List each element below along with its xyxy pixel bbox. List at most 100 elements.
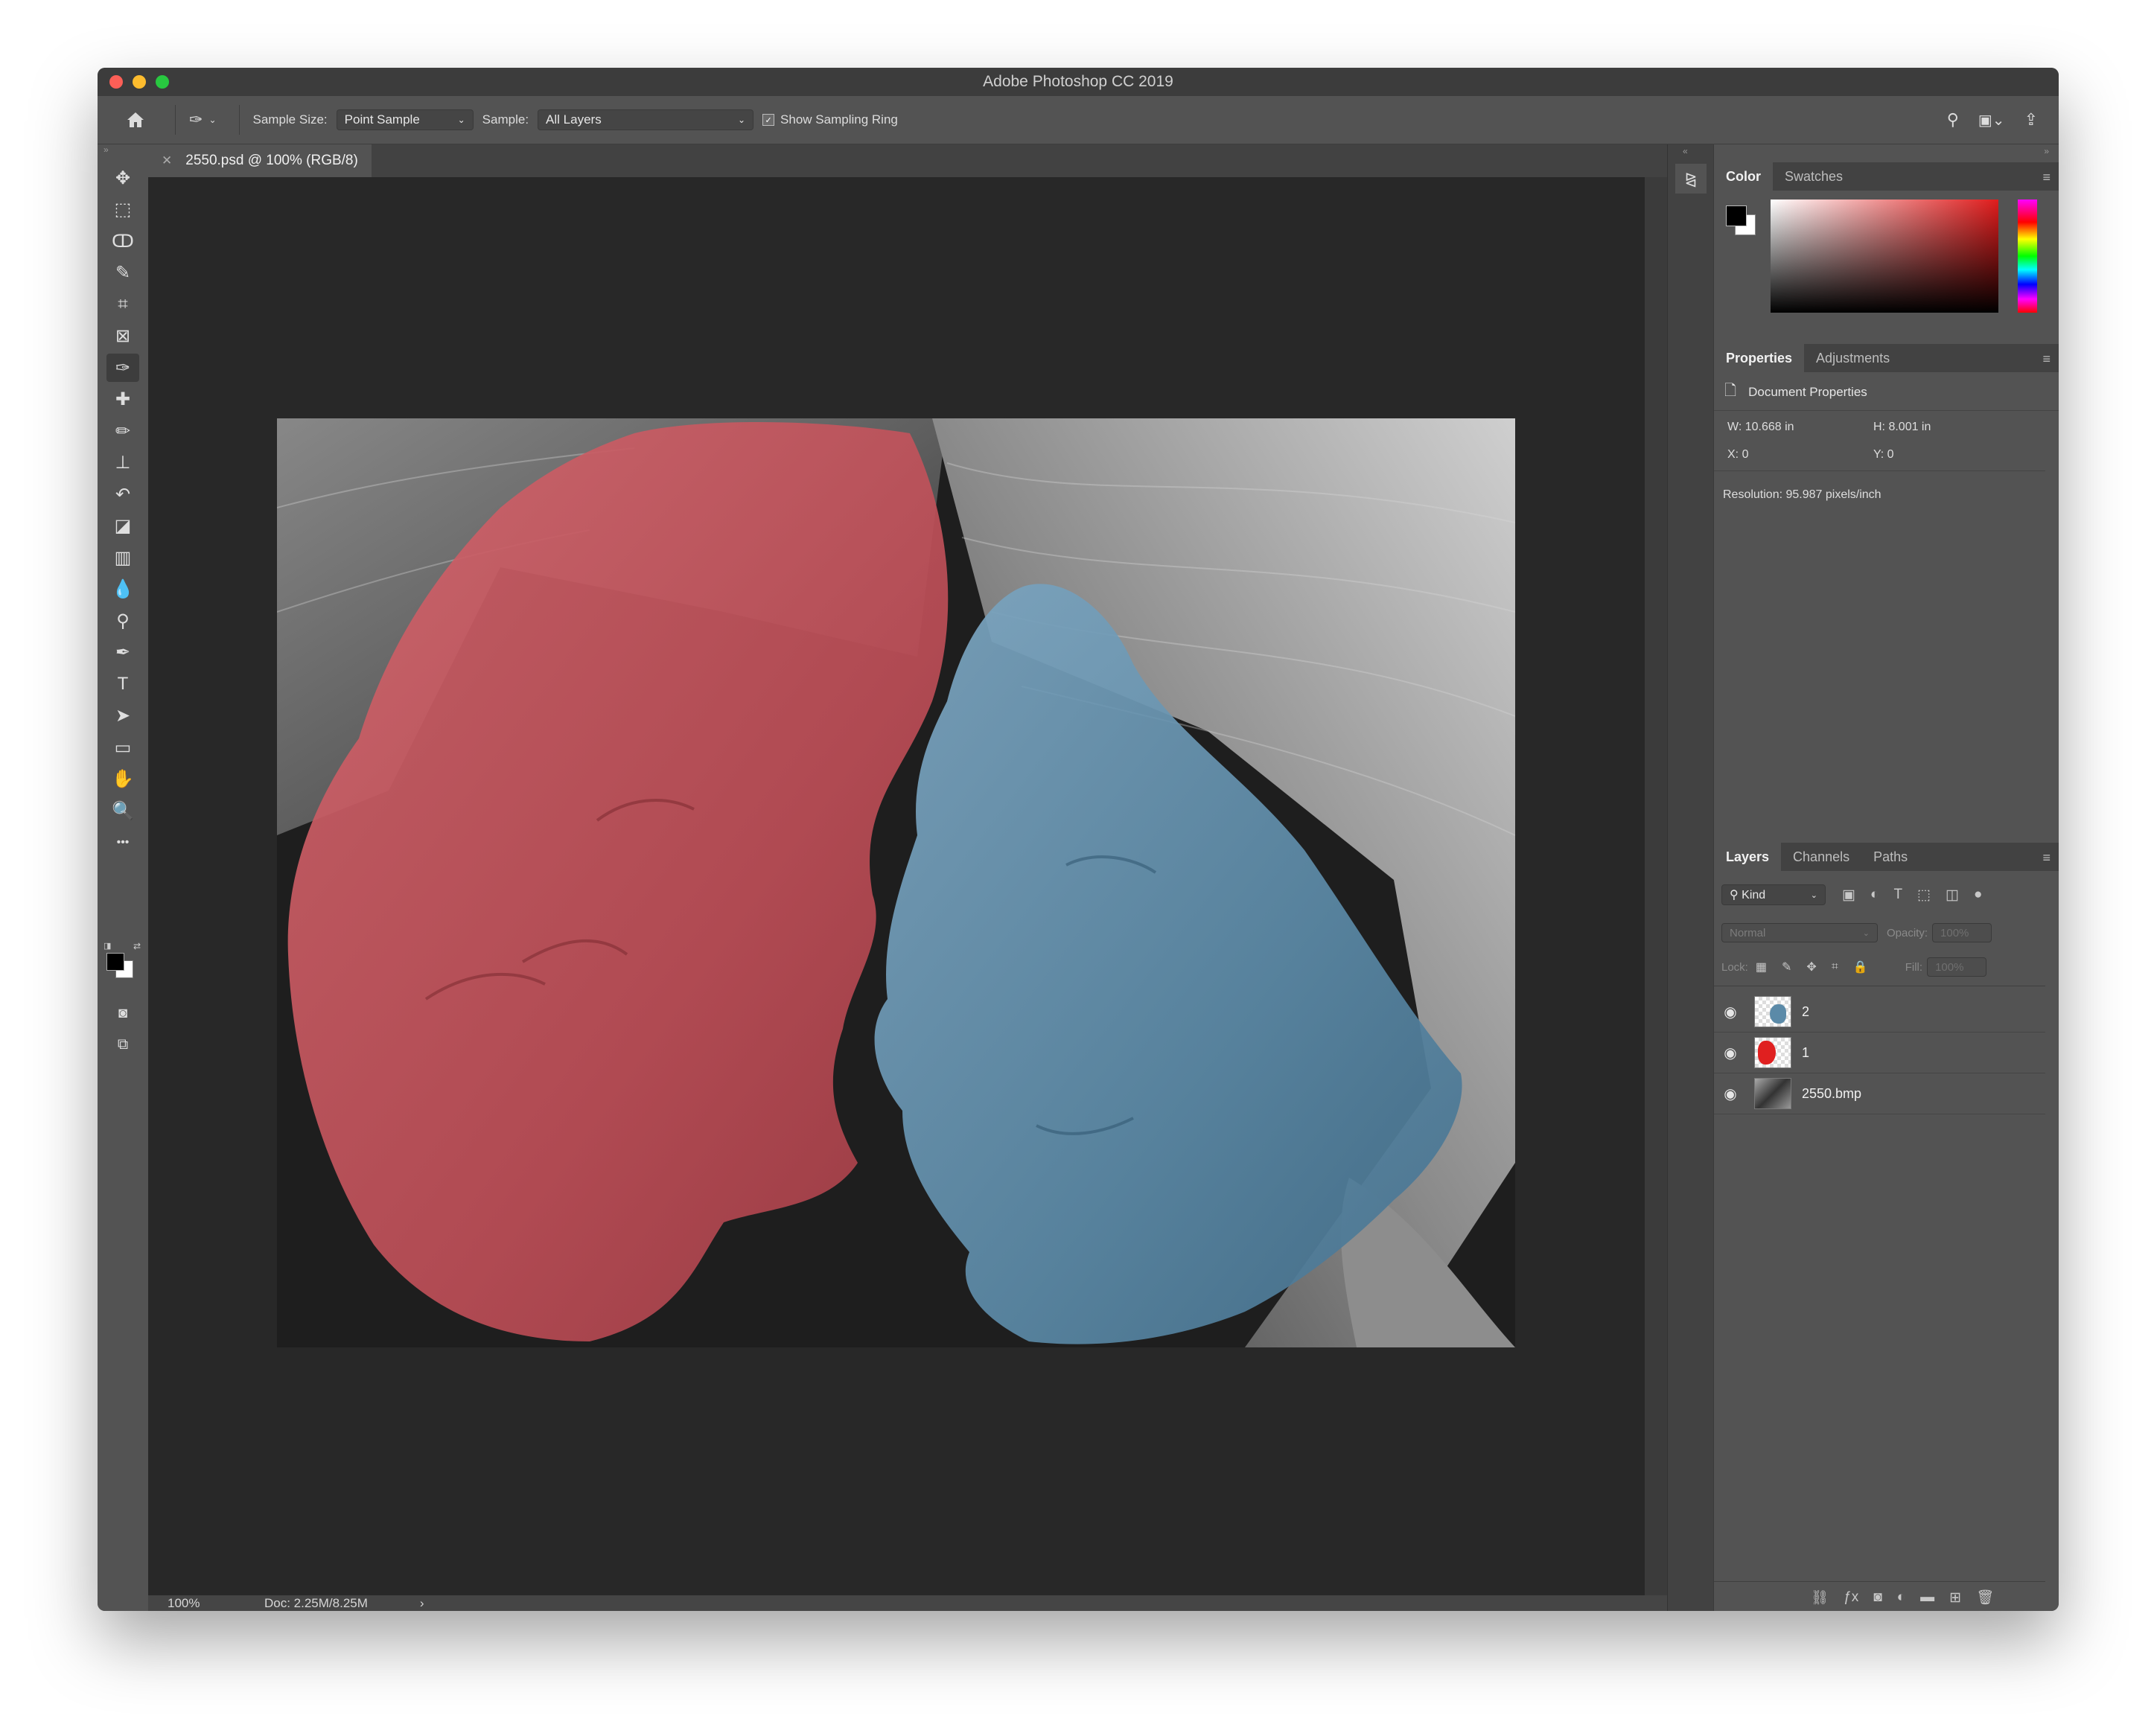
hand-tool[interactable]: ✋ (106, 765, 139, 794)
crop-tool[interactable]: ⌗ (106, 290, 139, 319)
close-window-button[interactable] (109, 75, 123, 89)
rectangle-tool[interactable]: ▭ (106, 733, 139, 762)
visibility-eye-icon[interactable]: ◉ (1714, 1085, 1747, 1103)
checkbox-check-icon: ✓ (762, 114, 775, 126)
healing-brush-tool[interactable]: ✚ (106, 386, 139, 414)
path-selection-tool[interactable]: ➤ (106, 702, 139, 730)
lock-all-icon[interactable]: 🔒 (1853, 960, 1868, 974)
hue-slider[interactable] (2018, 200, 2037, 313)
tab-color[interactable]: Color (1714, 162, 1773, 191)
shape-filter-icon[interactable]: ⬚ (1917, 887, 1931, 904)
x-value[interactable]: X: 0 (1727, 448, 1748, 462)
new-adjustment-icon[interactable]: ◐ (1897, 1589, 1905, 1606)
layer-name[interactable]: 2 (1802, 1004, 1809, 1020)
share-icon[interactable]: ⇪ (2024, 110, 2038, 130)
panel-menu-icon[interactable]: ≡ (2042, 850, 2051, 866)
layer-row[interactable]: ◉ 2550.bmp (1714, 1073, 2045, 1114)
marquee-tool[interactable]: ⬚ (106, 196, 139, 224)
height-value[interactable]: H: 8.001 in (1873, 421, 1931, 434)
blend-mode-select[interactable]: Normal ⌄ (1721, 923, 1878, 942)
tab-paths[interactable]: Paths (1861, 843, 1919, 871)
zoom-tool[interactable]: 🔍 (106, 797, 139, 825)
foreground-color-swatch[interactable] (106, 953, 124, 971)
canvas-vertical-scrollbar[interactable] (1645, 177, 1667, 1595)
fx-icon[interactable]: ƒx (1844, 1589, 1858, 1606)
brush-tool[interactable]: ✏ (106, 417, 139, 445)
options-divider (175, 105, 176, 135)
collapse-dock-icon[interactable]: « (1683, 146, 1688, 156)
color-field[interactable] (1771, 200, 1998, 313)
smart-object-filter-icon[interactable]: ◫ (1946, 887, 1959, 904)
foreground-color-chip[interactable] (1726, 205, 1747, 226)
visibility-eye-icon[interactable]: ◉ (1714, 1003, 1747, 1021)
tab-channels[interactable]: Channels (1781, 843, 1861, 871)
width-value[interactable]: W: 10.668 in (1727, 421, 1794, 434)
color-swatches[interactable]: ◨ ⇄ (103, 941, 141, 986)
pixel-filter-icon[interactable]: ▣ (1842, 887, 1855, 904)
new-group-icon[interactable]: ▬ (1920, 1589, 1934, 1606)
search-icon[interactable]: ⚲ (1947, 110, 1959, 130)
home-button[interactable] (118, 111, 153, 129)
status-menu-arrow[interactable]: › (420, 1596, 424, 1611)
layer-row[interactable]: ◉ 1 (1714, 1033, 2045, 1073)
filter-kind-select[interactable]: ⚲ Kind ⌄ (1721, 884, 1826, 905)
link-layers-icon[interactable]: ⛓ (1811, 1589, 1829, 1606)
fill-field[interactable]: 100% (1927, 957, 1987, 977)
workspace-icon[interactable]: ▣⌄ (1978, 111, 2005, 130)
screen-mode-icon[interactable]: ⧉ (106, 1030, 139, 1059)
quick-mask-icon[interactable]: ◙ (106, 999, 139, 1027)
collapse-toolbar-icon[interactable]: » (103, 144, 109, 155)
type-tool[interactable]: T (106, 670, 139, 698)
swap-colors-icon[interactable]: ⇄ (133, 941, 141, 951)
sample-size-select[interactable]: Point Sample ⌄ (336, 109, 474, 130)
document-image[interactable] (277, 418, 1515, 1347)
move-tool[interactable]: ✥ (106, 164, 139, 192)
eyedropper-tool[interactable]: ✑ (106, 354, 139, 382)
gradient-tool[interactable]: ▥ (106, 543, 139, 572)
frame-tool[interactable]: ⊠ (106, 322, 139, 351)
layer-name[interactable]: 2550.bmp (1802, 1086, 1861, 1102)
default-colors-icon[interactable]: ◨ (103, 941, 111, 951)
y-value[interactable]: Y: 0 (1873, 448, 1894, 462)
adjustment-filter-icon[interactable]: ◐ (1870, 887, 1879, 903)
tool-preset-picker[interactable]: ✑ ⌄ (189, 110, 217, 130)
panel-menu-icon[interactable]: ≡ (2042, 170, 2051, 185)
eraser-tool[interactable]: ◪ (106, 512, 139, 540)
more-tools[interactable]: ••• (106, 829, 139, 857)
quick-selection-tool[interactable]: ✎ (106, 259, 139, 287)
collapse-panels-icon[interactable]: » (2044, 146, 2049, 156)
chevron-down-icon: ⌄ (208, 115, 217, 125)
lasso-tool[interactable]: ↀ (106, 227, 139, 255)
add-mask-icon[interactable]: ◙ (1873, 1589, 1881, 1606)
type-filter-icon[interactable]: T (1893, 887, 1902, 903)
show-sampling-ring-checkbox[interactable]: ✓ Show Sampling Ring (762, 112, 898, 127)
zoom-level[interactable]: 100% (168, 1596, 264, 1611)
zoom-window-button[interactable] (156, 75, 169, 89)
visibility-eye-icon[interactable]: ◉ (1714, 1044, 1747, 1062)
layer-name[interactable]: 1 (1802, 1045, 1809, 1061)
tab-layers[interactable]: Layers (1714, 843, 1782, 871)
layer-row[interactable]: ◉ 2 (1714, 992, 2045, 1033)
blur-tool[interactable]: 💧 (106, 575, 139, 604)
clone-stamp-tool[interactable]: ⊥ (106, 449, 139, 477)
tab-properties[interactable]: Properties (1714, 344, 1805, 372)
history-brush-tool[interactable]: ↶ (106, 480, 139, 508)
history-panel-icon[interactable]: ⧎ (1675, 164, 1707, 194)
trash-icon[interactable]: 🗑 (1976, 1589, 1994, 1606)
lock-artboard-icon[interactable]: ⌗ (1832, 960, 1838, 974)
new-layer-icon[interactable]: ⊞ (1949, 1589, 1961, 1606)
lock-transparent-icon[interactable]: ▦ (1756, 960, 1767, 974)
panel-menu-icon[interactable]: ≡ (2042, 351, 2051, 367)
tab-swatches[interactable]: Swatches (1773, 162, 1855, 191)
minimize-window-button[interactable] (133, 75, 146, 89)
close-tab-icon[interactable]: ✕ (162, 153, 172, 168)
tab-adjustments[interactable]: Adjustments (1804, 344, 1902, 372)
lock-pixels-icon[interactable]: ✎ (1782, 960, 1791, 974)
document-tab[interactable]: ✕ 2550.psd @ 100% (RGB/8) (148, 144, 372, 177)
lock-position-icon[interactable]: ✥ (1806, 960, 1816, 974)
filter-toggle-icon[interactable]: ● (1974, 887, 1982, 903)
sample-select[interactable]: All Layers ⌄ (538, 109, 754, 130)
opacity-field[interactable]: 100% (1932, 923, 1992, 942)
pen-tool[interactable]: ✒ (106, 639, 139, 667)
dodge-tool[interactable]: ⚲ (106, 607, 139, 635)
